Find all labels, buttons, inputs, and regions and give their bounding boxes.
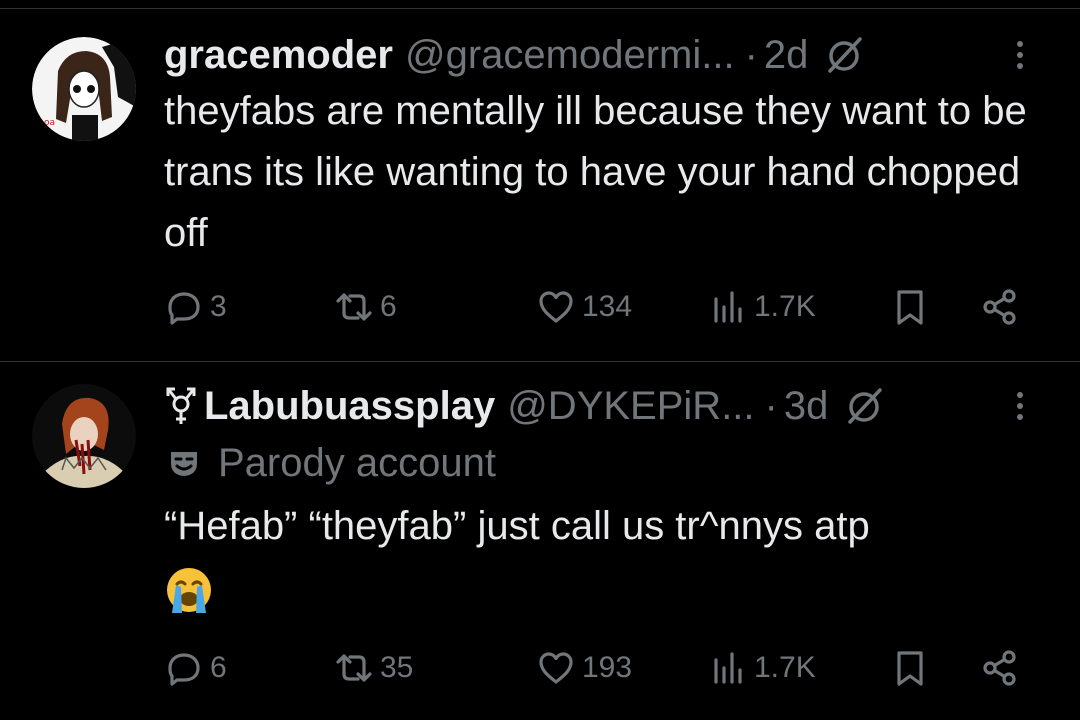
views-button[interactable]: 1.7K — [708, 283, 816, 331]
timestamp[interactable]: 2d — [764, 33, 809, 78]
separator-dot: · — [744, 32, 758, 77]
share-button[interactable] — [980, 283, 1020, 331]
like-count: 134 — [582, 290, 633, 323]
tweet-text: “Hefab” “theyfab” just call us tr^nnys a… — [164, 496, 1040, 633]
views-count: 1.7K — [754, 290, 816, 323]
tweet-content: gracemoder @gracemodermi... · 2d theyfab… — [164, 29, 1040, 264]
bookmark-icon — [897, 290, 923, 325]
bookmark-button[interactable] — [890, 283, 930, 331]
reply-button[interactable]: 6 — [164, 644, 227, 692]
reply-icon — [168, 292, 200, 325]
reply-button[interactable]: 3 — [164, 283, 227, 331]
tweet-text-body: “Hefab” “theyfab” just call us tr^nnys a… — [164, 504, 870, 548]
views-icon — [714, 291, 742, 323]
reply-count: 3 — [210, 290, 227, 323]
like-icon — [539, 652, 573, 684]
loudly-crying-face-emoji — [164, 565, 214, 615]
like-button[interactable]: 193 — [536, 644, 632, 692]
tweet-text: theyfabs are mentally ill because they w… — [164, 89, 1027, 255]
parody-label-text: Parody account — [218, 440, 496, 485]
separator-dot: · — [764, 383, 778, 428]
tweet-header: Labubuassplay @DYKEPiR... · 3d — [164, 380, 1040, 432]
share-button[interactable] — [980, 644, 1020, 692]
tweet-actions: 3 6 134 1.7K — [164, 283, 1034, 331]
parody-mask-icon — [171, 452, 197, 476]
bookmark-button[interactable] — [890, 644, 930, 692]
avatar[interactable] — [32, 384, 136, 488]
more-icon[interactable] — [1000, 35, 1040, 75]
grok-icon[interactable] — [824, 35, 864, 75]
timestamp[interactable]: 3d — [784, 384, 829, 429]
tweet-content: Labubuassplay @DYKEPiR... · 3d Parody ac… — [164, 380, 1040, 633]
share-icon — [983, 650, 1016, 686]
retweet-button[interactable]: 6 — [334, 283, 397, 331]
views-icon — [714, 652, 742, 684]
tweet-header: gracemoder @gracemodermi... · 2d — [164, 29, 1040, 81]
transgender-symbol-icon — [164, 386, 198, 426]
parody-label: Parody account — [164, 436, 1040, 490]
more-icon[interactable] — [1000, 386, 1040, 426]
grok-icon[interactable] — [844, 386, 884, 426]
user-handle[interactable]: @DYKEPiR... — [507, 384, 754, 429]
like-count: 193 — [582, 651, 633, 684]
tweet[interactable]: Labubuassplay @DYKEPiR... · 3d Parody ac… — [0, 362, 1080, 720]
like-button[interactable]: 134 — [536, 283, 632, 331]
like-icon — [539, 291, 573, 323]
tweet[interactable]: oa gracemoder @gracemodermi... · 2d they… — [0, 9, 1080, 361]
reply-count: 6 — [210, 651, 227, 684]
avatar[interactable]: oa — [32, 37, 136, 141]
views-count: 1.7K — [754, 651, 816, 684]
display-name[interactable]: gracemoder — [164, 33, 393, 78]
user-handle[interactable]: @gracemodermi... — [405, 33, 735, 78]
views-button[interactable]: 1.7K — [708, 644, 816, 692]
retweet-icon — [336, 293, 372, 321]
tweet-actions: 6 35 193 1.7K — [164, 644, 1034, 692]
reply-icon — [168, 653, 200, 686]
retweet-count: 6 — [380, 290, 397, 323]
retweet-count: 35 — [380, 651, 414, 684]
retweet-icon — [336, 654, 372, 682]
svg-text:oa: oa — [44, 118, 55, 128]
retweet-button[interactable]: 35 — [334, 644, 413, 692]
bookmark-icon — [897, 651, 923, 686]
share-icon — [983, 289, 1016, 325]
display-name[interactable]: Labubuassplay — [204, 384, 495, 429]
